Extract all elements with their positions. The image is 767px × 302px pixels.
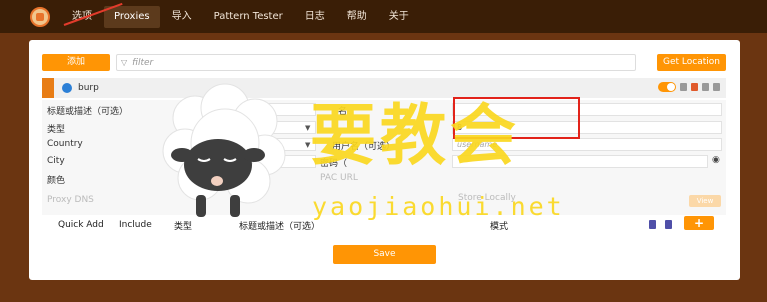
add-proxy-button[interactable]: 添加 <box>42 54 110 71</box>
nav-log[interactable]: 日志 <box>295 6 335 28</box>
foxyproxy-logo-icon <box>30 6 50 27</box>
nav-about[interactable]: 关于 <box>379 6 419 28</box>
country-label: Country <box>47 139 83 149</box>
city-label: City <box>47 156 65 166</box>
filter-placeholder: filter <box>132 57 154 68</box>
col-quick-add: Quick Add <box>58 220 104 230</box>
nav-import[interactable]: 导入 <box>162 6 202 28</box>
proxy-name: burp <box>78 83 99 93</box>
view-button[interactable]: View <box>689 195 721 207</box>
move-up-icon[interactable] <box>702 83 709 91</box>
globe-icon <box>62 83 72 93</box>
col-include: Include <box>119 220 152 230</box>
nav-help[interactable]: 帮助 <box>337 6 377 28</box>
get-location-button[interactable]: Get Location <box>657 54 726 71</box>
import-icon[interactable] <box>649 220 656 229</box>
watermark-url: yaojiaohui.net <box>312 192 565 221</box>
proxy-color-bar <box>42 78 54 98</box>
sheep-ear-left <box>171 148 193 162</box>
proxy-dns-label: Proxy DNS <box>47 195 94 205</box>
proxy-tools <box>658 82 720 92</box>
save-button[interactable]: Save <box>333 245 436 264</box>
nav-proxies[interactable]: Proxies <box>104 5 160 28</box>
add-pattern-button[interactable]: + <box>684 216 714 230</box>
filter-input[interactable]: ▽ filter <box>116 54 636 71</box>
export-icon[interactable] <box>665 220 672 229</box>
sheep-mascot-icon <box>162 83 286 217</box>
color-label: 颜色 <box>47 176 66 186</box>
nav-pattern-tester[interactable]: Pattern Tester <box>204 6 293 28</box>
delete-icon[interactable] <box>691 83 698 91</box>
watermark-text: 要教会 <box>310 96 520 174</box>
filter-icon: ▽ <box>121 58 128 67</box>
sheep-ear-right <box>243 148 265 162</box>
type-label: 类型 <box>47 125 66 135</box>
eye-icon[interactable]: ◉ <box>712 155 720 165</box>
proxy-enable-toggle[interactable] <box>658 82 676 92</box>
move-down-icon[interactable] <box>713 83 720 91</box>
duplicate-icon[interactable] <box>680 83 687 91</box>
title-label: 标题或描述（可选） <box>47 107 129 117</box>
